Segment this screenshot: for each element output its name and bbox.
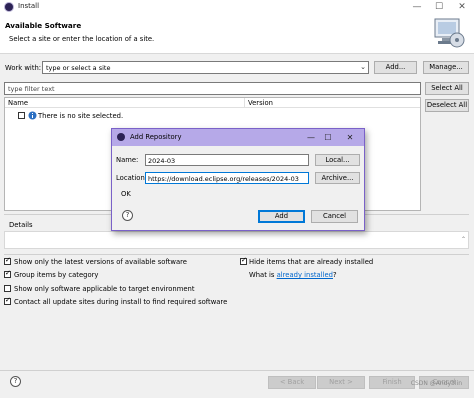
tree-header: Name Version bbox=[5, 98, 420, 108]
install-wizard-icon bbox=[434, 18, 465, 48]
tree-item-checkbox[interactable] bbox=[18, 112, 25, 119]
wizard-header: Available Software Select a site or ente… bbox=[0, 14, 474, 54]
filter-placeholder: type filter text bbox=[8, 85, 55, 93]
help-icon[interactable]: ? bbox=[10, 376, 21, 387]
already-installed-link[interactable]: already installed bbox=[277, 271, 333, 279]
minimize-icon[interactable]: — bbox=[305, 132, 317, 143]
eclipse-icon bbox=[4, 2, 14, 12]
back-button[interactable]: < Back bbox=[268, 376, 316, 389]
column-version[interactable]: Version bbox=[248, 99, 273, 107]
maximize-icon[interactable]: ☐ bbox=[322, 132, 334, 143]
name-label: Name: bbox=[116, 156, 139, 164]
close-icon[interactable]: ✕ bbox=[344, 132, 356, 143]
next-button[interactable]: Next > bbox=[317, 376, 365, 389]
eclipse-icon bbox=[117, 133, 125, 141]
finish-button[interactable]: Finish bbox=[369, 376, 415, 389]
add-button[interactable]: Add bbox=[258, 210, 305, 223]
location-field[interactable]: https://download.eclipse.org/releases/20… bbox=[145, 172, 309, 184]
hide-installed-label: Hide items that are already installed bbox=[249, 258, 374, 266]
work-with-label: Work with: bbox=[5, 64, 42, 72]
target-environment-label: Show only software applicable to target … bbox=[14, 285, 195, 293]
deselect-all-button[interactable]: Deselect All bbox=[425, 99, 469, 112]
maximize-icon[interactable]: ☐ bbox=[432, 1, 446, 13]
manage-button[interactable]: Manage... bbox=[423, 61, 469, 74]
location-field-value: https://download.eclipse.org/releases/20… bbox=[148, 175, 299, 183]
details-label: Details bbox=[9, 221, 33, 229]
filter-input[interactable]: type filter text bbox=[4, 82, 421, 95]
local-button[interactable]: Local... bbox=[315, 154, 360, 166]
details-area[interactable]: ⌃ bbox=[4, 231, 469, 249]
column-name[interactable]: Name bbox=[8, 99, 28, 107]
chevron-down-icon[interactable]: ⌄ bbox=[360, 63, 366, 71]
what-is-prefix: What is bbox=[249, 271, 277, 279]
select-all-button[interactable]: Select All bbox=[425, 82, 469, 95]
location-label: Location: bbox=[116, 174, 148, 182]
column-divider bbox=[244, 98, 245, 108]
page-subtitle: Select a site or enter the location of a… bbox=[9, 35, 155, 43]
archive-button[interactable]: Archive... bbox=[315, 172, 360, 184]
name-field[interactable]: 2024-03 bbox=[145, 154, 309, 166]
work-with-placeholder: type or select a site bbox=[46, 64, 111, 72]
dialog-title: Add Repository bbox=[130, 133, 182, 141]
latest-versions-checkbox[interactable] bbox=[4, 256, 11, 265]
contact-sites-label: Contact all update sites during install … bbox=[14, 298, 228, 306]
hide-installed-checkbox[interactable] bbox=[240, 256, 247, 265]
footer-separator bbox=[0, 370, 474, 371]
page-title: Available Software bbox=[5, 21, 82, 30]
minimize-icon[interactable]: — bbox=[410, 1, 424, 13]
separator bbox=[4, 254, 469, 255]
add-site-button[interactable]: Add... bbox=[374, 61, 417, 74]
watermark: CSDN @Andy3lin bbox=[410, 380, 462, 387]
scroll-arrow-icon[interactable]: ⌃ bbox=[461, 236, 466, 243]
work-with-combo[interactable]: type or select a site ⌄ bbox=[42, 61, 369, 74]
add-repository-dialog: Add Repository — ☐ ✕ Name: 2024-03 Local… bbox=[111, 128, 365, 231]
window-title: Install bbox=[18, 2, 40, 10]
dialog-titlebar: Add Repository — ☐ ✕ bbox=[112, 129, 364, 146]
what-is-suffix: ? bbox=[333, 271, 337, 279]
tree-item-label: There is no site selected. bbox=[38, 112, 124, 120]
dialog-cancel-button[interactable]: Cancel bbox=[311, 210, 358, 223]
window-titlebar: Install — ☐ ✕ bbox=[0, 0, 474, 14]
what-is-installed: What is already installed? bbox=[249, 271, 337, 279]
contact-sites-checkbox[interactable] bbox=[4, 296, 11, 305]
help-icon[interactable]: ? bbox=[122, 210, 133, 221]
status-message: OK bbox=[121, 190, 131, 198]
group-by-category-checkbox[interactable] bbox=[4, 269, 11, 278]
target-environment-checkbox[interactable] bbox=[4, 285, 11, 292]
latest-versions-label: Show only the latest versions of availab… bbox=[14, 258, 187, 266]
name-field-value: 2024-03 bbox=[148, 157, 176, 165]
group-by-category-label: Group items by category bbox=[14, 271, 99, 279]
close-icon[interactable]: ✕ bbox=[455, 1, 469, 13]
info-icon bbox=[28, 111, 37, 120]
